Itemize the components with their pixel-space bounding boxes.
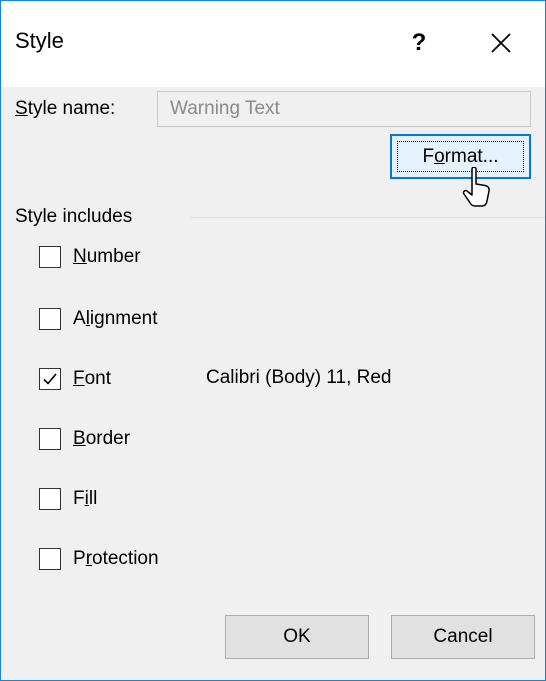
dialog-title: Style <box>15 28 64 53</box>
mouse-pointer-icon <box>462 167 490 207</box>
group-divider <box>191 217 545 218</box>
ok-button[interactable]: OK <box>225 615 369 659</box>
checkbox-box[interactable] <box>39 246 61 268</box>
close-icon <box>491 33 511 53</box>
style-includes-label: Style includes <box>15 206 133 227</box>
checkmark-icon <box>43 373 57 385</box>
style-dialog: Style ? Style name: Format... Style incl… <box>0 0 546 681</box>
checkbox-number[interactable]: Number <box>39 243 141 271</box>
checkbox-label: Alignment <box>73 308 158 329</box>
checkbox-label: Font <box>73 368 112 389</box>
checkbox-label: Number <box>73 246 141 267</box>
checkbox-label: Fill <box>73 488 98 509</box>
checkbox-box[interactable] <box>39 548 61 570</box>
checkbox-box[interactable] <box>39 308 61 330</box>
checkbox-label: Border <box>73 428 131 449</box>
checkbox-box[interactable] <box>39 488 61 510</box>
checkbox-font[interactable]: Font <box>39 365 111 393</box>
checkbox-box-checked[interactable] <box>39 368 61 390</box>
style-name-label: Style name: <box>15 98 116 119</box>
checkbox-label: Protection <box>73 548 159 569</box>
title-bar: Style ? <box>1 1 545 87</box>
checkbox-alignment[interactable]: Alignment <box>39 305 158 333</box>
font-description: Calibri (Body) 11, Red <box>206 367 392 388</box>
style-name-input[interactable] <box>157 91 531 127</box>
checkbox-border[interactable]: Border <box>39 425 130 453</box>
cancel-button[interactable]: Cancel <box>391 615 535 659</box>
close-button[interactable] <box>479 23 523 63</box>
checkbox-protection[interactable]: Protection <box>39 545 159 573</box>
help-button[interactable]: ? <box>399 25 439 61</box>
checkbox-box[interactable] <box>39 428 61 450</box>
checkbox-fill[interactable]: Fill <box>39 485 97 513</box>
